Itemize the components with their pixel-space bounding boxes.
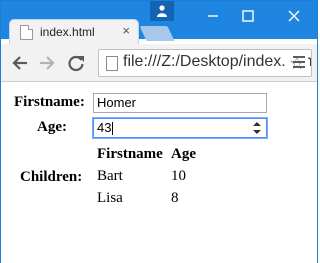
table-header-row: Firstname Age [95, 146, 198, 165]
table-row: Lisa 8 [95, 187, 198, 209]
browser-window: index.html × file:///Z:/Desktop/index.ht… [0, 0, 318, 263]
child-firstname: Bart [97, 167, 123, 184]
firstname-value: Homer [97, 95, 137, 110]
column-header-firstname: Firstname [97, 146, 163, 162]
minimize-button[interactable] [196, 1, 230, 31]
tab-title: index.html [40, 25, 95, 39]
maximize-icon [242, 10, 254, 22]
minimize-icon [208, 15, 218, 17]
firstname-label: Firstname: [14, 94, 85, 110]
page-content: Firstname: Homer Age: 43 Children: First… [1, 83, 317, 263]
column-header-age: Age [171, 146, 196, 162]
address-bar[interactable]: file:///Z:/Desktop/index.html ☆ [98, 49, 312, 77]
child-age: 8 [171, 189, 179, 206]
close-icon [288, 10, 300, 22]
age-input[interactable]: 43 [93, 118, 267, 138]
menu-icon[interactable] [293, 56, 305, 70]
age-value: 43 [97, 120, 112, 135]
age-label: Age: [37, 119, 67, 135]
person-icon [157, 5, 167, 17]
spinner-icon[interactable] [252, 121, 262, 135]
child-age: 10 [171, 167, 186, 184]
back-arrow-icon[interactable] [11, 54, 29, 72]
children-label: Children: [20, 169, 83, 185]
title-bar: index.html × [1, 1, 317, 44]
close-button[interactable] [277, 1, 311, 31]
tab-index[interactable]: index.html × [9, 19, 139, 44]
table-row: Bart 10 [95, 165, 198, 187]
maximize-button[interactable] [231, 1, 265, 31]
children-table: Firstname Age Bart 10 Lisa 8 [95, 146, 198, 209]
profile-button[interactable] [150, 1, 174, 21]
new-tab-button[interactable] [139, 26, 175, 41]
forward-arrow-icon[interactable] [38, 54, 56, 72]
page-icon [106, 56, 118, 71]
tab-close-icon[interactable]: × [122, 23, 130, 38]
toolbar: file:///Z:/Desktop/index.html ☆ [1, 44, 317, 82]
child-firstname: Lisa [97, 189, 123, 206]
reload-icon[interactable] [67, 54, 85, 72]
url-text[interactable]: file:///Z:/Desktop/index.html [123, 53, 311, 71]
page-icon [20, 25, 33, 40]
text-caret [112, 122, 114, 136]
firstname-input[interactable]: Homer [93, 93, 267, 113]
